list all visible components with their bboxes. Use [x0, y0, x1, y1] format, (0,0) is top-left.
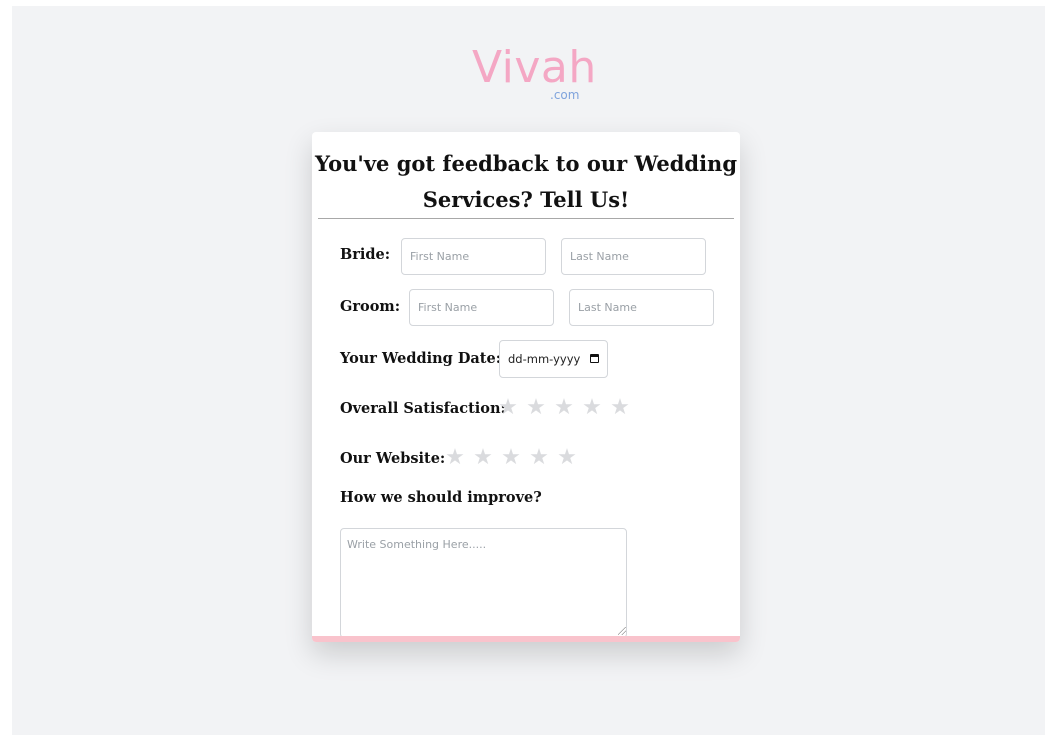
wedding-date-input[interactable]: dd-mm-yyyy — [499, 340, 608, 378]
website-star-1-icon[interactable]: ★ — [445, 446, 465, 470]
groom-label: Groom: — [340, 298, 401, 315]
groom-last-name-input[interactable] — [569, 289, 714, 326]
overall-star-1-icon[interactable]: ★ — [498, 396, 518, 420]
overall-star-3-icon[interactable]: ★ — [554, 396, 574, 420]
website-star-5-icon[interactable]: ★ — [557, 446, 577, 470]
calendar-icon[interactable] — [590, 354, 599, 363]
website-rating: ★ ★ ★ ★ ★ — [445, 446, 577, 470]
feedback-form-card: You've got feedback to our Wedding Servi… — [312, 132, 740, 642]
groom-first-name-input[interactable] — [409, 289, 554, 326]
title-divider — [318, 218, 734, 219]
logo-name: Vivah — [472, 42, 597, 93]
overall-star-4-icon[interactable]: ★ — [582, 396, 602, 420]
improve-label: How we should improve? — [340, 489, 542, 506]
wedding-date-placeholder: dd-mm-yyyy — [508, 352, 581, 366]
form-title: You've got feedback to our Wedding Servi… — [314, 151, 738, 212]
bride-first-name-input[interactable] — [401, 238, 546, 275]
bride-last-name-input[interactable] — [561, 238, 706, 275]
accent-bar — [312, 636, 740, 642]
website-star-3-icon[interactable]: ★ — [501, 446, 521, 470]
overall-satisfaction-rating: ★ ★ ★ ★ ★ — [498, 396, 630, 420]
logo-suffix: .com — [550, 88, 580, 102]
website-star-4-icon[interactable]: ★ — [529, 446, 549, 470]
overall-star-2-icon[interactable]: ★ — [526, 396, 546, 420]
wedding-date-label: Your Wedding Date: — [340, 350, 502, 367]
overall-star-5-icon[interactable]: ★ — [610, 396, 630, 420]
overall-satisfaction-label: Overall Satisfaction: — [340, 400, 506, 417]
website-star-2-icon[interactable]: ★ — [473, 446, 493, 470]
improve-textarea[interactable] — [340, 528, 627, 638]
website-label: Our Website: — [340, 450, 446, 467]
bride-label: Bride: — [340, 246, 391, 263]
vivah-logo: Vivah .com — [472, 42, 596, 106]
resize-grip-icon[interactable] — [618, 627, 626, 635]
